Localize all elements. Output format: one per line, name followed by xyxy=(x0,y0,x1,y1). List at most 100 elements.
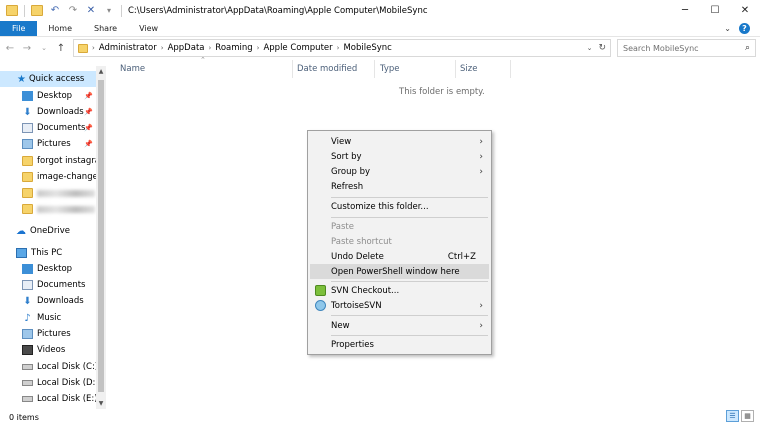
up-icon[interactable]: ↑ xyxy=(54,43,68,54)
menu-item-paste[interactable]: Paste xyxy=(310,219,489,234)
nav-label: Local Disk (D:) xyxy=(37,378,96,388)
menu-item-group-by[interactable]: Group by › xyxy=(310,164,489,179)
nav-scrollbar[interactable]: ▲ ▼ xyxy=(96,66,106,409)
tab-share[interactable]: Share xyxy=(83,21,128,36)
nav-pc-downloads[interactable]: ⬇ Downloads xyxy=(0,293,96,309)
nav-item-pictures[interactable]: Pictures 📌 xyxy=(0,136,96,152)
menu-item-customize-folder[interactable]: Customize this folder... xyxy=(310,199,489,214)
search-box[interactable]: ⌕ xyxy=(617,39,756,57)
column-name[interactable]: Name xyxy=(120,60,145,78)
divider[interactable] xyxy=(292,60,293,78)
breadcrumb-appdata[interactable]: AppData xyxy=(164,43,209,53)
menu-separator xyxy=(331,281,488,282)
redacted-label xyxy=(37,189,95,197)
back-icon[interactable]: ← xyxy=(3,43,17,54)
nav-pc-desktop[interactable]: Desktop xyxy=(0,261,96,277)
quick-access-toolbar: ↶ ↷ ✕ ▾ xyxy=(0,0,122,21)
pictures-icon xyxy=(22,139,33,149)
customize-toolbar-icon[interactable]: ▾ xyxy=(103,6,115,15)
chevron-right-icon: › xyxy=(479,300,483,311)
menu-item-view[interactable]: View › xyxy=(310,134,489,149)
nav-label: Pictures xyxy=(37,139,71,149)
drive-icon xyxy=(22,380,33,386)
nav-pc-disk-d[interactable]: Local Disk (D:) xyxy=(0,375,96,391)
scrollbar-thumb[interactable] xyxy=(98,80,104,392)
nav-quick-access[interactable]: ★ Quick access xyxy=(0,71,96,87)
recent-locations-icon[interactable]: ⌄ xyxy=(37,44,51,52)
column-date-modified[interactable]: Date modified xyxy=(297,60,357,78)
nav-pc-documents[interactable]: Documents xyxy=(0,277,96,293)
menu-item-properties[interactable]: Properties xyxy=(310,337,489,352)
download-icon: ⬇ xyxy=(23,107,32,118)
nav-pc-music[interactable]: ♪ Music xyxy=(0,310,96,326)
maximize-icon[interactable]: ☐ xyxy=(700,0,730,21)
menu-item-tortoisesvn[interactable]: TortoiseSVN › xyxy=(310,298,489,313)
redo-icon[interactable]: ↷ xyxy=(67,5,79,16)
close-icon[interactable]: ✕ xyxy=(730,0,760,21)
nav-label: Downloads xyxy=(37,296,84,306)
breadcrumb-mobilesync[interactable]: MobileSync xyxy=(339,43,395,53)
delete-icon[interactable]: ✕ xyxy=(85,5,97,16)
refresh-icon[interactable]: ↻ xyxy=(598,43,606,53)
nav-this-pc[interactable]: This PC xyxy=(0,245,96,261)
large-icons-view-icon[interactable]: ▦ xyxy=(741,410,754,422)
scroll-down-icon[interactable]: ▼ xyxy=(96,400,106,407)
chevron-right-icon: › xyxy=(479,166,483,177)
menu-separator xyxy=(331,335,488,336)
search-icon[interactable]: ⌕ xyxy=(745,43,750,53)
view-toggle: ☰ ▦ xyxy=(726,410,754,422)
tab-view[interactable]: View xyxy=(128,21,169,36)
expand-ribbon-icon[interactable]: ⌄ xyxy=(724,24,731,33)
menu-item-refresh[interactable]: Refresh xyxy=(310,179,489,194)
new-folder-icon[interactable] xyxy=(31,5,43,16)
nav-pc-pictures[interactable]: Pictures xyxy=(0,326,96,342)
item-count: 0 items xyxy=(9,412,39,422)
nav-label: Local Disk (E:) xyxy=(37,394,96,404)
forward-icon[interactable]: → xyxy=(20,43,34,54)
nav-label: image-change it xyxy=(37,172,96,182)
breadcrumb-roaming[interactable]: Roaming xyxy=(211,43,256,53)
menu-item-new[interactable]: New › xyxy=(310,318,489,333)
nav-item-downloads[interactable]: ⬇ Downloads 📌 xyxy=(0,104,96,120)
menu-item-sort-by[interactable]: Sort by › xyxy=(310,149,489,164)
chevron-down-icon[interactable]: ⌄ xyxy=(587,44,593,52)
tab-file[interactable]: File xyxy=(0,21,38,36)
minimize-icon[interactable]: ─ xyxy=(670,0,700,21)
menu-label: SVN Checkout... xyxy=(331,285,400,296)
nav-item-desktop[interactable]: Desktop 📌 xyxy=(0,88,96,104)
menu-item-svn-checkout[interactable]: SVN Checkout... xyxy=(310,283,489,298)
address-bar[interactable]: › Administrator › AppData › Roaming › Ap… xyxy=(73,39,611,57)
nav-item-redacted[interactable] xyxy=(0,185,96,201)
undo-icon[interactable]: ↶ xyxy=(49,5,61,16)
search-input[interactable] xyxy=(623,43,735,53)
divider[interactable] xyxy=(455,60,456,78)
breadcrumb-administrator[interactable]: Administrator xyxy=(95,43,161,53)
drive-icon xyxy=(22,364,33,370)
nav-pc-videos[interactable]: Videos xyxy=(0,342,96,358)
nav-item-documents[interactable]: Documents 📌 xyxy=(0,120,96,136)
nav-item-image-change-it[interactable]: image-change it xyxy=(0,169,96,185)
help-icon[interactable]: ? xyxy=(739,23,750,34)
nav-pc-disk-c[interactable]: Local Disk (C:) xyxy=(0,359,96,375)
nav-onedrive[interactable]: ☁ OneDrive xyxy=(0,223,96,239)
details-view-icon[interactable]: ☰ xyxy=(726,410,739,422)
svn-checkout-icon xyxy=(315,285,326,296)
divider xyxy=(24,4,25,17)
column-type[interactable]: Type xyxy=(380,60,400,78)
divider[interactable] xyxy=(374,60,375,78)
nav-pc-disk-e[interactable]: Local Disk (E:) xyxy=(0,391,96,407)
menu-item-undo-delete[interactable]: Undo Delete Ctrl+Z xyxy=(310,249,489,264)
breadcrumb-apple-computer[interactable]: Apple Computer xyxy=(259,43,336,53)
nav-item-redacted[interactable] xyxy=(0,201,96,217)
pin-icon: 📌 xyxy=(84,124,93,132)
column-size[interactable]: Size xyxy=(460,60,477,78)
tab-home[interactable]: Home xyxy=(37,21,83,36)
menu-item-paste-shortcut[interactable]: Paste shortcut xyxy=(310,234,489,249)
menu-item-open-powershell[interactable]: Open PowerShell window here xyxy=(310,264,489,279)
nav-label: Music xyxy=(37,313,62,323)
nav-item-forgot-instagram[interactable]: forgot instagram xyxy=(0,153,96,169)
menu-label: View xyxy=(331,136,352,147)
pin-icon: 📌 xyxy=(84,108,93,116)
divider[interactable] xyxy=(510,60,511,78)
scroll-up-icon[interactable]: ▲ xyxy=(96,68,106,75)
